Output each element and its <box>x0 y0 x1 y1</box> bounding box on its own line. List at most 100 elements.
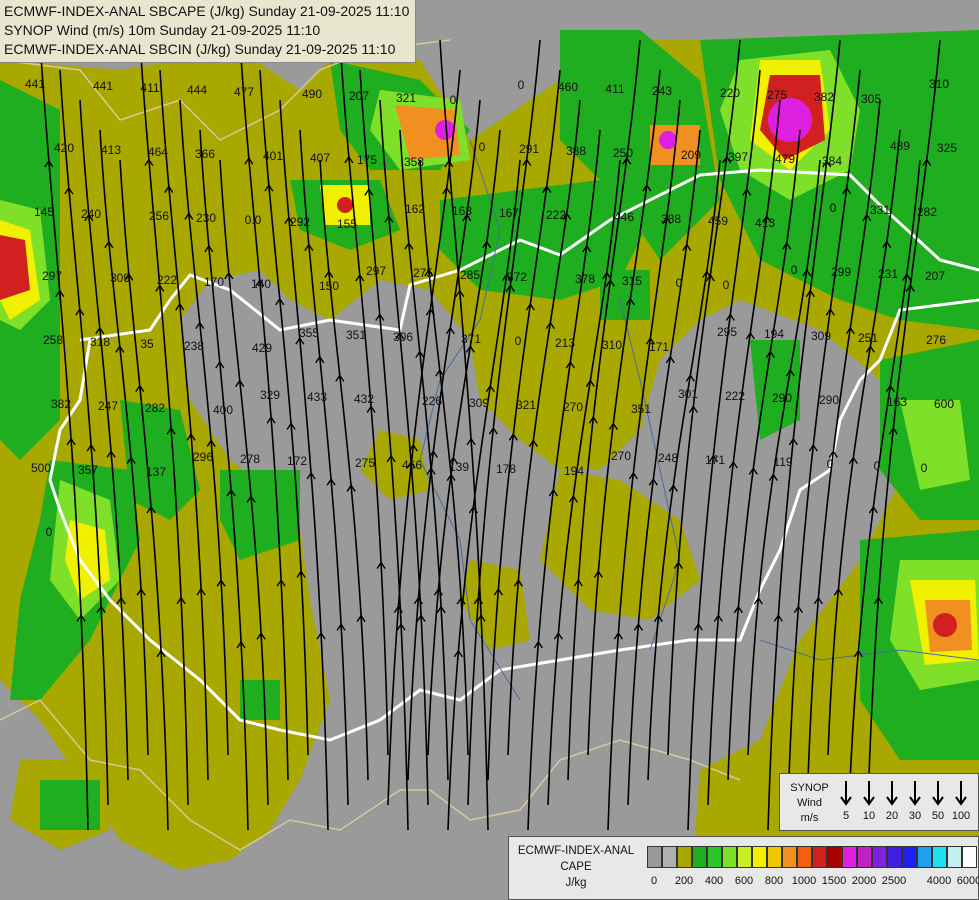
title-cape: ECMWF-INDEX-ANAL SBCAPE (J/kg) Sunday 21… <box>4 3 410 19</box>
station-value: 248 <box>657 451 679 465</box>
station-value: 209 <box>680 148 702 162</box>
station-value: 351 <box>345 328 367 342</box>
station-value: 358 <box>403 155 425 169</box>
colorbar-swatch <box>842 846 857 868</box>
station-value: 0 <box>675 276 683 290</box>
station-value: 489 <box>889 139 911 153</box>
colorbar-swatch <box>662 846 677 868</box>
station-value: 285 <box>459 268 481 282</box>
station-value: 490 <box>301 87 323 101</box>
station-value: 0 <box>826 457 834 471</box>
station-value: 329 <box>259 388 281 402</box>
station-value: 238 <box>183 339 205 353</box>
colorbar-tick-label: 6000 <box>956 875 979 887</box>
station-value: 170 <box>203 275 225 289</box>
wind-speed-label: 10 <box>862 810 876 822</box>
station-value: 175 <box>356 153 378 167</box>
station-value: 466 <box>401 458 423 472</box>
wind-speed-label: 5 <box>842 810 850 822</box>
station-value: 0 <box>449 93 457 107</box>
colorbar-swatch <box>692 846 707 868</box>
station-value: 276 <box>925 333 947 347</box>
station-value: 0 <box>478 140 486 154</box>
synop-wind-legend: SYNOP Wind m/s 5 10 20 30 50 100 <box>779 773 979 831</box>
station-value: 0.0 <box>244 213 262 227</box>
station-value: 222 <box>156 273 178 287</box>
station-value: 231 <box>877 267 899 281</box>
colorbar-tick-label: 600 <box>734 875 754 887</box>
station-value: 321 <box>515 398 537 412</box>
station-value: 441 <box>92 79 114 93</box>
station-value: 299 <box>830 265 852 279</box>
station-value: 278 <box>239 452 261 466</box>
colorbar-swatch <box>932 846 947 868</box>
colorbar-tick-label: 800 <box>764 875 784 887</box>
station-value: 251 <box>857 331 879 345</box>
station-value: 310 <box>601 338 623 352</box>
station-value: 407 <box>309 151 331 165</box>
station-value: 167 <box>498 206 520 220</box>
colorbar-swatch <box>707 846 722 868</box>
colorbar-swatch <box>797 846 812 868</box>
title-cin: ECMWF-INDEX-ANAL SBCIN (J/kg) Sunday 21-… <box>4 41 396 57</box>
station-value: 429 <box>251 341 273 355</box>
colorbar-swatch <box>917 846 932 868</box>
station-value: 459 <box>707 214 729 228</box>
station-value: 401 <box>262 149 284 163</box>
station-value: 301 <box>677 387 699 401</box>
station-value: 290 <box>818 393 840 407</box>
station-value: 384 <box>821 154 843 168</box>
wind-speed-label: 100 <box>951 810 971 822</box>
station-value: 139 <box>448 460 470 474</box>
station-value: 220 <box>719 86 741 100</box>
station-value: 309 <box>468 396 490 410</box>
station-value: 291 <box>518 142 540 156</box>
station-value: 444 <box>186 83 208 97</box>
station-value: 0 <box>920 461 928 475</box>
wind-arrow-icon <box>839 780 853 806</box>
station-value: 400 <box>212 403 234 417</box>
station-value: 150 <box>318 279 340 293</box>
station-value: 297 <box>365 264 387 278</box>
station-value: 306 <box>392 330 414 344</box>
station-value: 140 <box>250 277 272 291</box>
station-value: 0 <box>790 263 798 277</box>
station-value: 171 <box>648 340 670 354</box>
weather-map[interactable]: ECMWF-INDEX-ANAL SBCAPE (J/kg) Sunday 21… <box>0 0 979 900</box>
station-value: 357 <box>77 463 99 477</box>
station-value: 355 <box>298 326 320 340</box>
station-value: 309 <box>109 271 131 285</box>
station-value: 382 <box>813 90 835 104</box>
station-value: 194 <box>763 327 785 341</box>
station-value: 372 <box>506 270 528 284</box>
station-value: 441 <box>24 77 46 91</box>
station-value: 388 <box>565 144 587 158</box>
colorbar-swatch <box>647 846 662 868</box>
station-value: 331 <box>869 203 891 217</box>
colorbar-tick-label: 2000 <box>851 875 877 887</box>
station-value: 247 <box>97 399 119 413</box>
wind-arrow-icon <box>862 780 876 806</box>
station-value: 321 <box>395 91 417 105</box>
cape-colorbar-legend: ECMWF-INDEX-ANAL CAPE J/kg 0 200 400 600 800… <box>508 836 979 900</box>
colorbar-swatch <box>902 846 917 868</box>
title-synop-wind: SYNOP Wind (m/s) 10m Sunday 21-09-2025 1… <box>4 22 321 38</box>
station-value: 310 <box>928 77 950 91</box>
station-value: 119 <box>773 455 793 469</box>
station-value: 0 <box>45 525 53 539</box>
station-value: 420 <box>53 141 75 155</box>
wind-arrow-icon <box>931 780 945 806</box>
station-value: 270 <box>610 449 632 463</box>
station-value: 275 <box>412 266 434 280</box>
station-value: 325 <box>936 141 958 155</box>
station-value: 0 <box>517 78 525 92</box>
station-value: 0 <box>514 334 522 348</box>
wind-arrow-icon <box>885 780 899 806</box>
station-value: 366 <box>194 147 216 161</box>
station-value: 433 <box>306 390 328 404</box>
colorbar-swatch <box>962 846 977 868</box>
station-value: 222 <box>724 389 746 403</box>
station-value: 318 <box>89 335 111 349</box>
station-value: 432 <box>353 392 375 406</box>
colorbar-tick-label: 0 <box>650 875 658 887</box>
